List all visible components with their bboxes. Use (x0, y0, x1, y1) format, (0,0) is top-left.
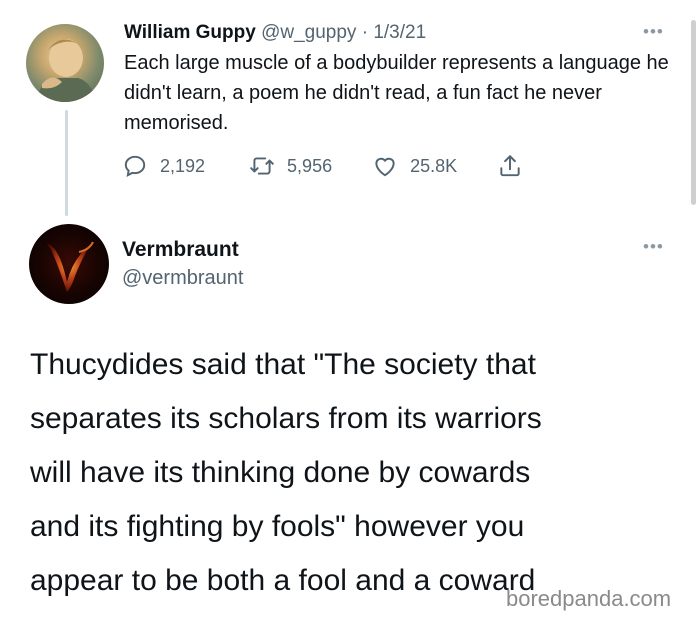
thread-connector-line (65, 110, 68, 216)
tweet1-date[interactable]: 1/3/21 (373, 22, 426, 43)
heart-icon (375, 157, 395, 177)
tweet2-text-line: Thucydides said that "The society that (30, 348, 536, 381)
more-dots-icon[interactable]: ••• (643, 237, 664, 257)
reply-count: 2,192 (160, 155, 206, 176)
tweet2-handle[interactable]: @vermbraunt (122, 267, 243, 290)
retweet-icon (250, 157, 274, 175)
tweet2-display-name[interactable]: Vermbraunt (122, 238, 239, 262)
avatar-vermbraunt[interactable] (29, 224, 109, 304)
reply-button[interactable]: 2,192 (122, 153, 205, 179)
share-icon (500, 155, 520, 177)
retweet-count: 5,956 (287, 155, 333, 176)
tweet2-text-line: and its fighting by fools" however you (30, 510, 525, 543)
tweet2-text: Thucydides said that "The society that s… (30, 338, 680, 608)
like-button[interactable]: 25.8K (372, 153, 457, 179)
tweet1-actions: 2,192 5,956 25.8K (122, 148, 523, 184)
share-button[interactable] (497, 153, 523, 179)
like-count: 25.8K (410, 155, 458, 176)
scrollbar-thumb[interactable] (691, 20, 696, 205)
avatar-william-guppy[interactable] (26, 24, 104, 102)
v-logo-icon (47, 241, 94, 292)
reply-icon (124, 155, 146, 177)
tweet1-header: William Guppy @w_guppy · 1/3/21 (124, 22, 426, 44)
retweet-button[interactable]: 5,956 (249, 153, 332, 179)
more-dots-icon[interactable]: ••• (643, 22, 664, 42)
watermark: boredpanda.com (506, 586, 672, 611)
tweet1-display-name[interactable]: William Guppy (124, 22, 256, 43)
tweet1-separator: · (361, 22, 369, 43)
tweet2-text-line: separates its scholars from its warriors (30, 402, 542, 435)
tweet1-handle[interactable]: @w_guppy (261, 22, 356, 43)
tweet2-text-line: will have its thinking done by cowards (30, 456, 531, 489)
tweet1-text: Each large muscle of a bodybuilder repre… (124, 52, 669, 134)
